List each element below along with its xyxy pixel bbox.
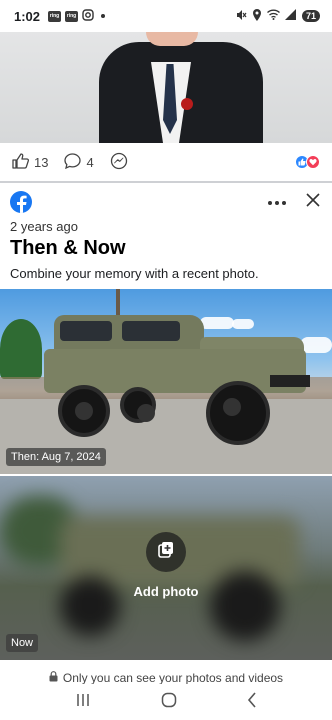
love-reaction-icon (306, 155, 320, 169)
add-photo-button[interactable] (146, 532, 186, 572)
signal-icon (284, 9, 297, 23)
status-bar: 1:02 ring ring 71 (0, 0, 332, 32)
thumbs-up-icon (12, 152, 30, 172)
truck-bumper (270, 375, 310, 387)
truck-side-window (122, 321, 180, 341)
reaction-bar: 13 4 (0, 143, 332, 181)
comment-button[interactable]: 4 (64, 152, 94, 172)
wifi-icon (267, 9, 280, 23)
memory-card-actions (268, 193, 320, 212)
close-icon[interactable] (306, 193, 320, 212)
status-right: 71 (235, 8, 320, 24)
add-photo-label: Add photo (133, 584, 199, 599)
memory-title: Then & Now (10, 237, 126, 259)
battery-icon: 71 (301, 10, 320, 22)
photo-cloud (200, 317, 234, 329)
then-date-label: Then: Aug 7, 2024 (6, 448, 106, 466)
mute-icon (235, 9, 247, 24)
memory-time-ago: 2 years ago (10, 219, 78, 234)
comment-icon (64, 152, 82, 172)
more-options-icon[interactable] (268, 200, 286, 205)
truck-front-wheel (206, 381, 270, 445)
facebook-logo-icon (10, 191, 32, 213)
memory-subtitle: Combine your memory with a recent photo. (10, 266, 259, 281)
android-nav-bar (0, 684, 332, 720)
photo-cloud (232, 319, 254, 329)
messenger-share-button[interactable] (110, 152, 128, 173)
previous-post-photo[interactable] (0, 32, 332, 143)
ring-icon: ring (48, 10, 62, 22)
reaction-summary[interactable] (295, 155, 320, 169)
ring-icon: ring (65, 10, 79, 22)
truck-rear-window (60, 321, 112, 341)
photo-rose (181, 98, 193, 110)
lock-icon (49, 671, 58, 684)
instagram-icon (82, 8, 94, 24)
truck-far-wheel (120, 387, 156, 423)
photo-palm-tree (0, 319, 42, 379)
memory-card-header: 2 years ago Then & Now Combine your memo… (0, 183, 332, 287)
back-icon[interactable] (247, 691, 257, 713)
now-label: Now (6, 634, 39, 652)
privacy-text: Only you can see your photos and videos (62, 671, 284, 684)
privacy-note: Only you can see your photos and videos (0, 664, 332, 684)
comment-count: 4 (86, 154, 94, 170)
like-button[interactable]: 13 (12, 152, 49, 172)
then-photo[interactable]: Then: Aug 7, 2024 (0, 289, 332, 474)
like-count: 13 (34, 154, 49, 170)
status-time: 1:02 (14, 8, 41, 24)
now-photo-placeholder[interactable]: Add photo Now (0, 476, 332, 660)
status-left: 1:02 ring ring (14, 8, 106, 24)
notification-dot-icon (101, 14, 106, 18)
messenger-icon (110, 152, 128, 173)
add-photo-control[interactable]: Add photo (0, 532, 332, 599)
add-photo-icon (157, 541, 175, 564)
recent-apps-icon[interactable] (75, 693, 91, 712)
photo-face (146, 32, 198, 46)
truck-rear-wheel (58, 385, 110, 437)
home-icon[interactable] (161, 692, 177, 713)
location-icon (252, 8, 262, 24)
